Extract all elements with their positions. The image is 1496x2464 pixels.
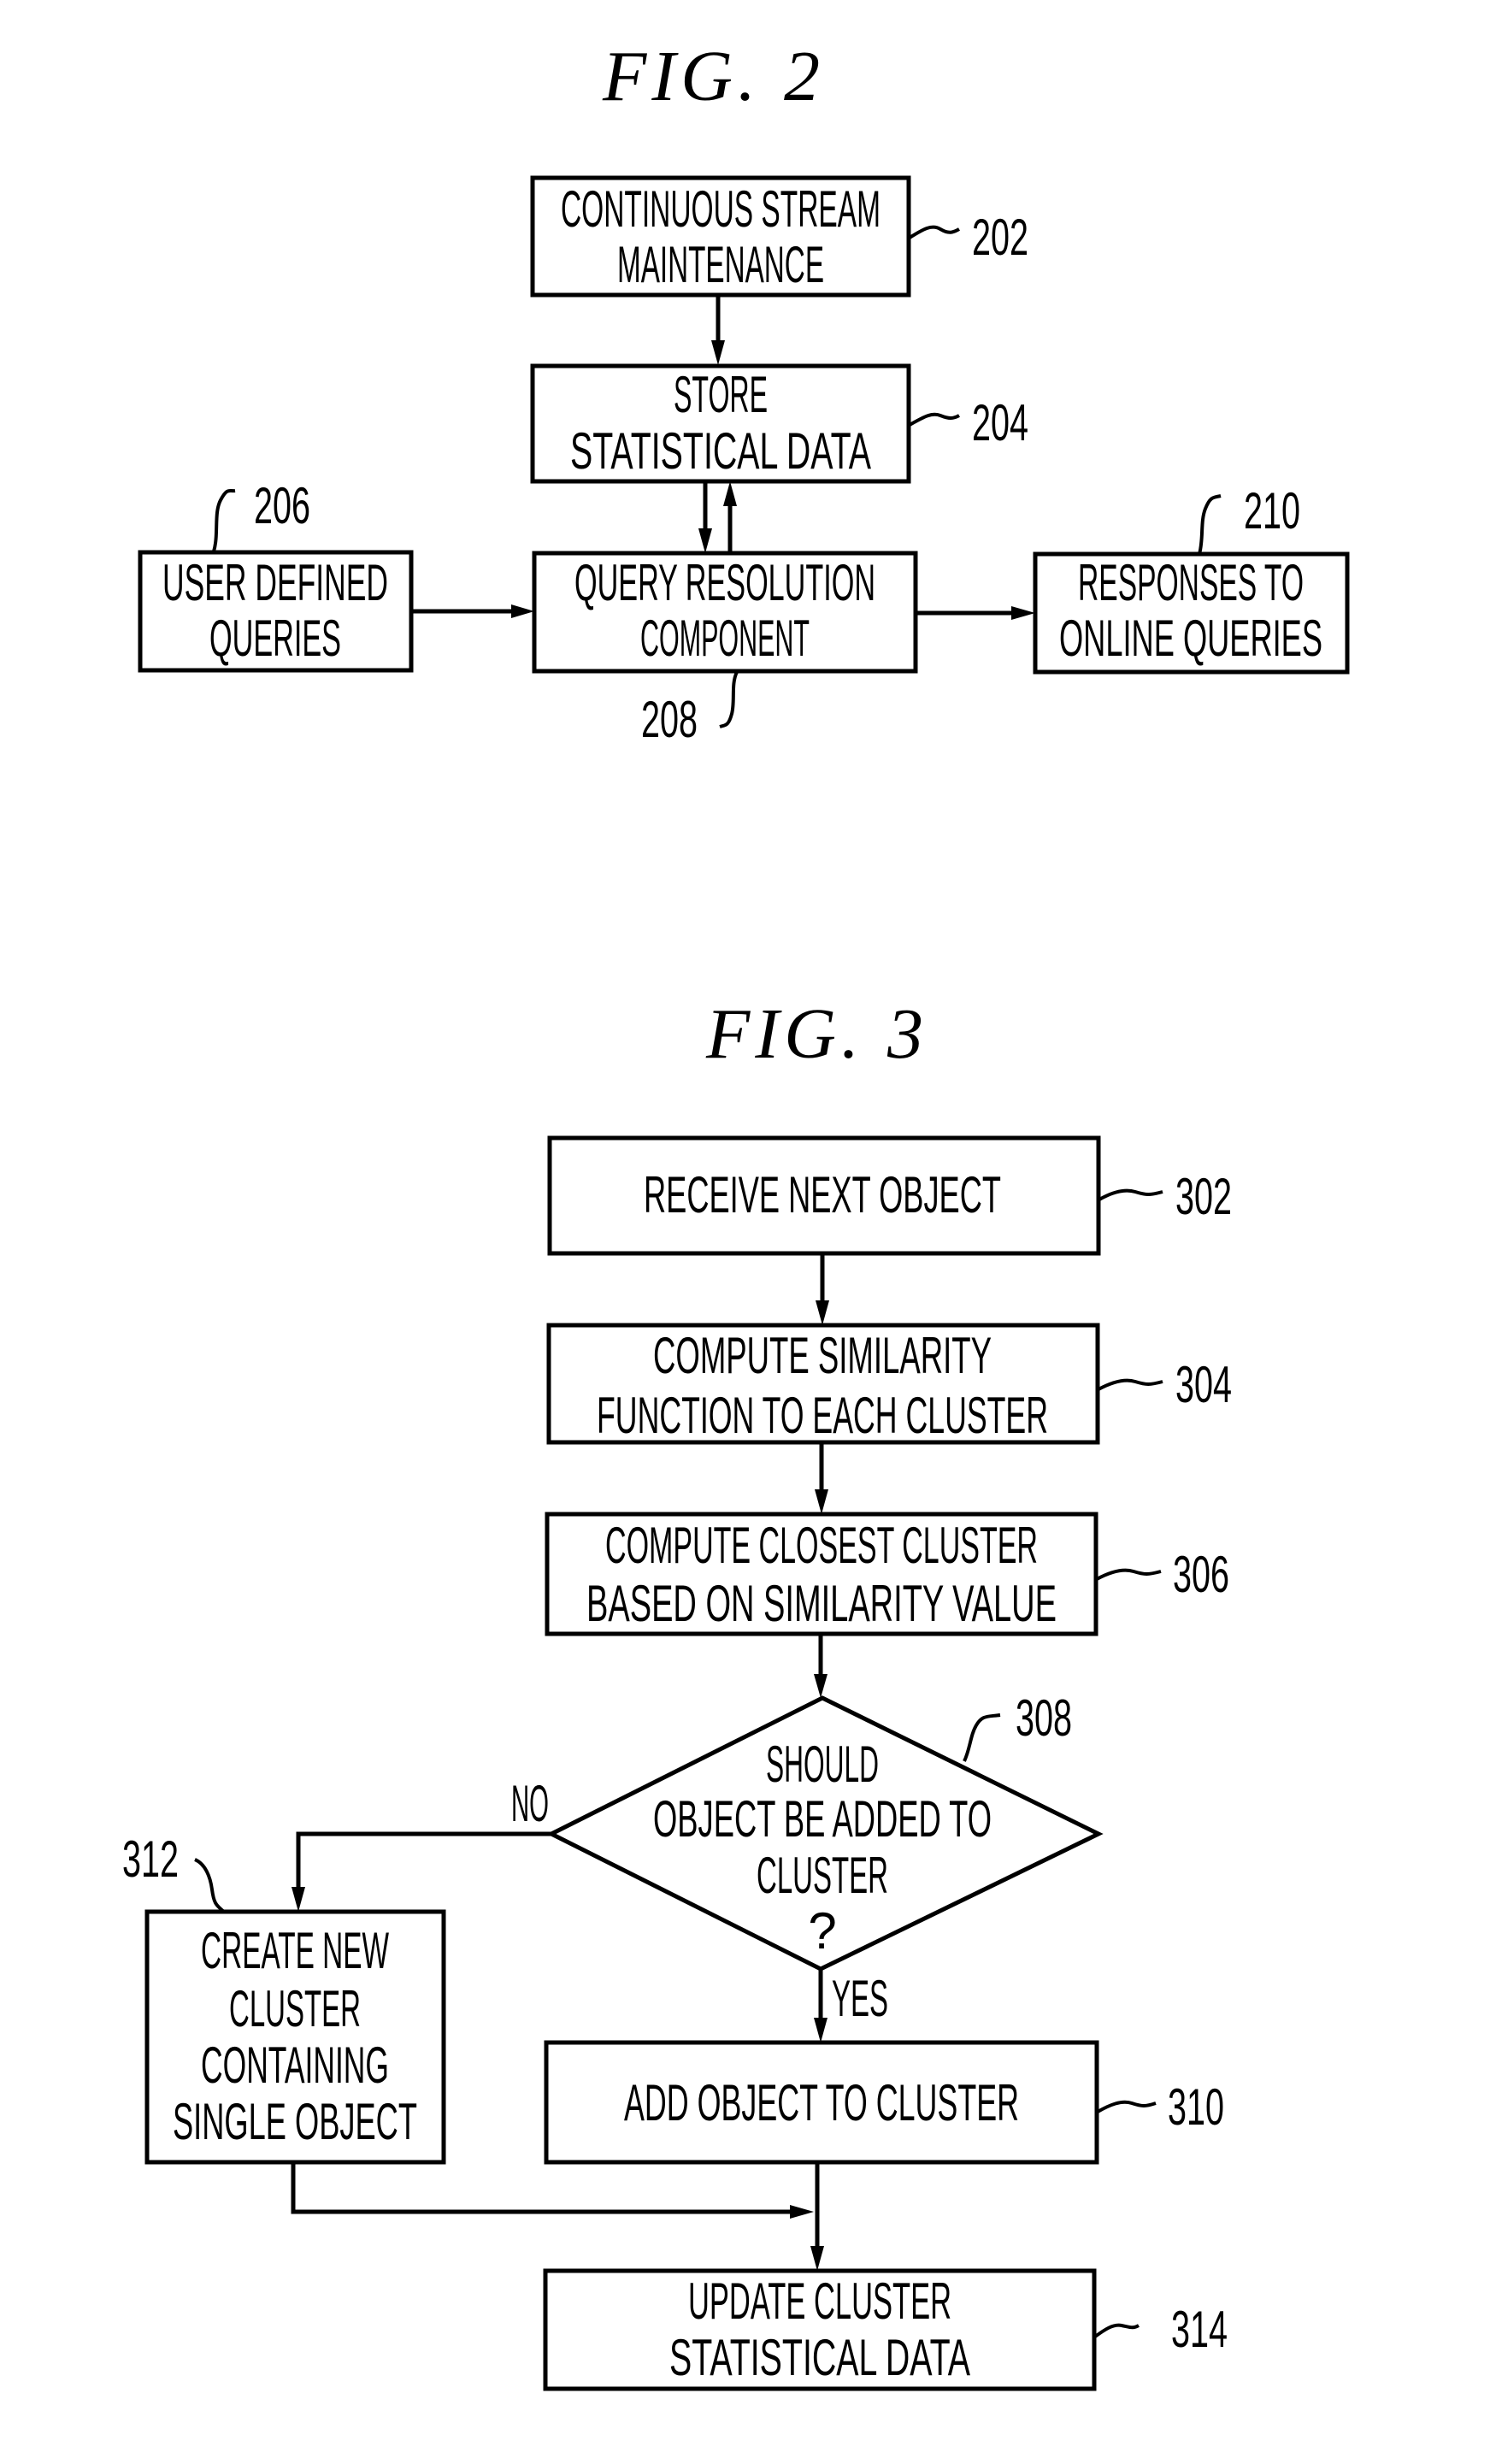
ref-314: 314 — [1171, 2301, 1228, 2358]
ref-312-leader — [194, 1858, 226, 1913]
ref-210-leader — [1198, 494, 1222, 555]
node-202-continuous-stream-maintenance: CONTINUOUS STREAM MAINTENANCE — [530, 175, 911, 298]
ref-204: 204 — [972, 394, 1028, 451]
node-202-line-2: MAINTENANCE — [617, 236, 824, 293]
ref-206: 206 — [254, 477, 310, 534]
node-310-add-object-to-cluster: ADD OBJECT TO CLUSTER — [544, 2040, 1099, 2165]
edge-label-yes: YES — [832, 1970, 888, 2027]
ref-302: 302 — [1175, 1168, 1232, 1225]
node-206-line-2: QUERIES — [209, 610, 341, 667]
arrowhead — [292, 1887, 305, 1912]
node-312-line-3: CONTAINING — [201, 2037, 389, 2094]
edge-208-to-204 — [723, 481, 737, 553]
node-308-line-2: OBJECT BE ADDED TO — [653, 1790, 992, 1848]
node-308-line-4: ? — [808, 1902, 836, 1960]
ref-202: 202 — [972, 209, 1028, 266]
arrowhead — [711, 340, 725, 365]
edge-308-to-312: NO — [292, 1775, 551, 1912]
arrowhead — [810, 2246, 824, 2271]
node-302-receive-next-object: RECEIVE NEXT OBJECT — [547, 1135, 1101, 1256]
figure-2: FIG. 2 CONTINUOUS STREAM MAINTENANCE 202… — [138, 37, 1350, 748]
node-312-create-new-cluster: CREATE NEW CLUSTER CONTAINING SINGLE OBJ… — [144, 1909, 446, 2165]
arrowhead — [814, 1674, 828, 1698]
node-310-line-1: ADD OBJECT TO CLUSTER — [624, 2074, 1019, 2131]
node-210-line-2: ONLINE QUERIES — [1059, 610, 1322, 667]
node-208-line-1: QUERY RESOLUTION — [574, 554, 875, 611]
ref-304-leader — [1098, 1378, 1163, 1391]
node-312-line-2: CLUSTER — [229, 1980, 361, 2037]
node-206-user-defined-queries: USER DEFINED QUERIES — [138, 550, 414, 673]
arrowhead — [816, 1300, 829, 1325]
ref-312: 312 — [122, 1830, 179, 1888]
edge-306-to-308 — [814, 1634, 828, 1698]
edge-204-to-208 — [698, 481, 712, 553]
node-306-line-1: COMPUTE CLOSEST CLUSTER — [605, 1517, 1038, 1574]
ref-202-leader — [908, 225, 960, 239]
node-302-line-1: RECEIVE NEXT OBJECT — [644, 1166, 1001, 1223]
node-210-responses-to-online-queries: RESPONSES TO ONLINE QUERIES — [1033, 551, 1350, 675]
figure-3: FIG. 3 RECEIVE NEXT OBJECT 302 COMPUTE S… — [122, 994, 1232, 2391]
node-204-store-statistical-data: STORE STATISTICAL DATA — [530, 363, 911, 484]
edge-310-to-314 — [810, 2162, 824, 2271]
arrowhead — [511, 604, 534, 618]
node-206-line-1: USER DEFINED — [162, 554, 388, 611]
ref-210: 210 — [1244, 482, 1300, 539]
ref-308-leader — [963, 1713, 1001, 1762]
arrowhead — [815, 1489, 828, 1514]
node-208-line-2: COMPONENT — [640, 610, 810, 667]
edge-202-to-204 — [711, 295, 725, 365]
node-204-line-1: STORE — [674, 366, 768, 423]
patent-drawing-sheet: FIG. 2 CONTINUOUS STREAM MAINTENANCE 202… — [122, 37, 1350, 2391]
ref-302-leader — [1098, 1188, 1163, 1201]
node-314-line-2: STATISTICAL DATA — [669, 2329, 970, 2386]
arrowhead — [790, 2205, 814, 2219]
edge-label-no: NO — [511, 1775, 549, 1832]
edge-208-to-210 — [916, 606, 1035, 620]
node-210-line-1: RESPONSES TO — [1078, 554, 1304, 611]
node-306-line-2: BASED ON SIMILARITY VALUE — [586, 1575, 1057, 1632]
figure-3-title: FIG. 3 — [705, 994, 928, 1074]
node-306-compute-closest-cluster: COMPUTE CLOSEST CLUSTER BASED ON SIMILAR… — [545, 1512, 1098, 1636]
node-304-line-1: COMPUTE SIMILARITY — [653, 1327, 992, 1384]
ref-206-leader — [212, 488, 236, 552]
node-312-line-4: SINGLE OBJECT — [173, 2093, 417, 2150]
arrowhead — [1011, 606, 1035, 620]
ref-304: 304 — [1175, 1356, 1232, 1413]
node-308-line-1: SHOULD — [766, 1736, 879, 1793]
node-202-line-1: CONTINUOUS STREAM — [561, 180, 881, 238]
ref-208-leader — [719, 671, 739, 728]
ref-306: 306 — [1173, 1546, 1229, 1603]
arrowhead — [723, 481, 737, 506]
node-314-line-1: UPDATE CLUSTER — [688, 2272, 951, 2330]
node-208-query-resolution-component: QUERY RESOLUTION COMPONENT — [532, 551, 918, 674]
edge-302-to-304 — [816, 1253, 829, 1325]
node-314-update-cluster-statistical-data: UPDATE CLUSTER STATISTICAL DATA — [543, 2268, 1097, 2391]
ref-310: 310 — [1168, 2078, 1224, 2136]
edge-312-to-314 — [291, 2162, 814, 2219]
edge-206-to-208 — [411, 604, 534, 618]
arrowhead — [698, 528, 712, 553]
ref-204-leader — [909, 412, 960, 427]
ref-308: 308 — [1016, 1689, 1072, 1747]
arrowhead — [814, 2018, 828, 2043]
ref-314-leader — [1093, 2323, 1140, 2338]
edge-308-to-310: YES — [814, 1969, 888, 2043]
ref-310-leader — [1097, 2100, 1157, 2113]
node-204-line-2: STATISTICAL DATA — [570, 422, 871, 480]
ref-306-leader — [1096, 1568, 1162, 1581]
node-308-line-3: CLUSTER — [757, 1847, 888, 1904]
ref-208: 208 — [641, 691, 698, 748]
node-304-compute-similarity-function: COMPUTE SIMILARITY FUNCTION TO EACH CLUS… — [546, 1323, 1100, 1445]
node-304-line-2: FUNCTION TO EACH CLUSTER — [597, 1387, 1048, 1444]
edge-304-to-306 — [815, 1442, 828, 1514]
figure-2-title: FIG. 2 — [602, 37, 825, 116]
node-312-line-1: CREATE NEW — [201, 1922, 389, 1979]
